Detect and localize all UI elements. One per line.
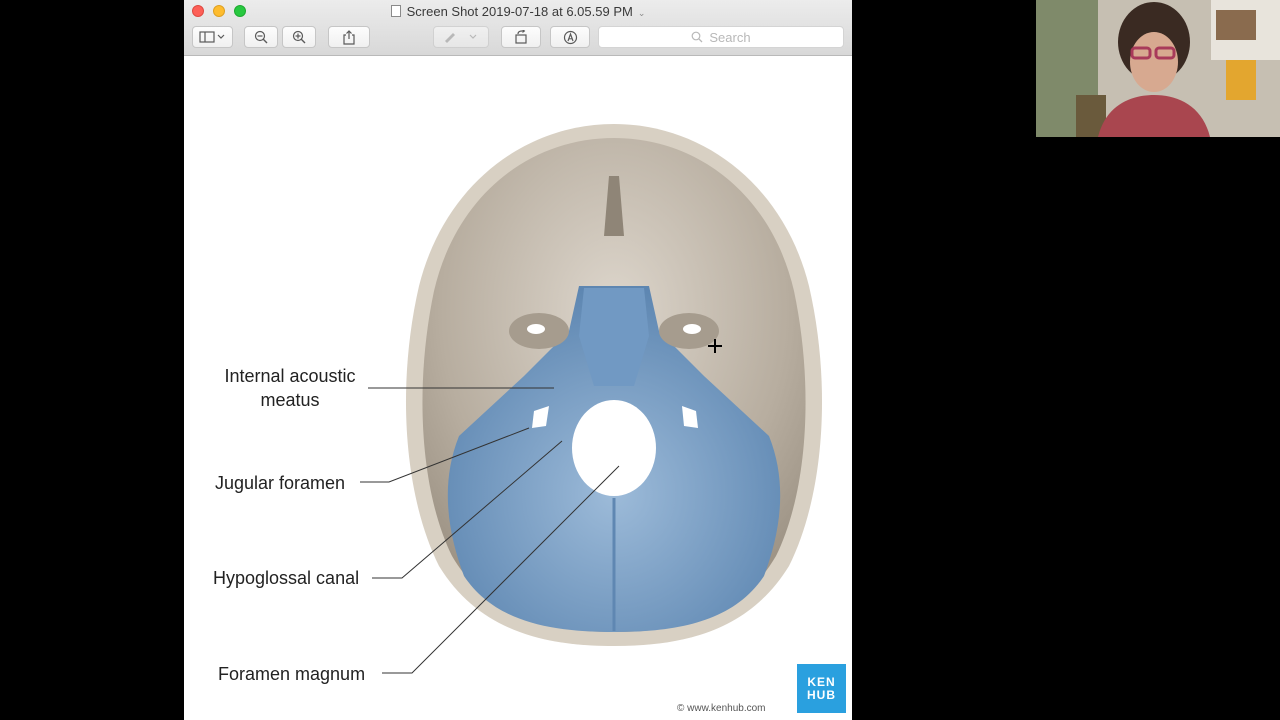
document-icon: [390, 5, 401, 17]
window-title: Screen Shot 2019-07-18 at 6.05.59 PM: [406, 4, 633, 19]
title-bar: Screen Shot 2019-07-18 at 6.05.59 PM ⌄ Se…: [184, 0, 852, 56]
markup-pen-button[interactable]: [433, 26, 489, 48]
label-jugular-foramen: Jugular foramen: [215, 473, 346, 493]
share-button[interactable]: [328, 26, 370, 48]
chevron-down-icon: ⌄: [637, 8, 646, 18]
right-internal-acoustic-opening: [683, 324, 701, 334]
presenter-video: [1036, 0, 1280, 137]
crosshair-cursor-icon: [708, 339, 722, 353]
rotate-icon: [515, 30, 527, 44]
kenhub-logo: KEN HUB: [797, 664, 846, 713]
markup-pen-icon: [445, 33, 477, 43]
sidebar-toggle-button[interactable]: [192, 26, 233, 48]
search-placeholder: Search: [709, 29, 751, 45]
search-icon: [691, 31, 703, 43]
annotate-icon: [563, 30, 577, 44]
preview-window: Screen Shot 2019-07-18 at 6.05.59 PM ⌄ Se…: [184, 0, 852, 720]
sidebar-icon: [198, 31, 224, 43]
window-title-area[interactable]: Screen Shot 2019-07-18 at 6.05.59 PM ⌄: [184, 3, 852, 22]
left-internal-acoustic-opening: [527, 324, 545, 334]
logo-line2: HUB: [807, 687, 836, 702]
zoom-out-button[interactable]: [244, 26, 278, 48]
image-credit: © www.kenhub.com: [677, 703, 766, 714]
annotate-button[interactable]: [550, 26, 590, 48]
foramen-magnum-opening: [572, 400, 656, 496]
logo-line1: KEN: [807, 674, 836, 689]
label-hypoglossal-canal: Hypoglossal canal: [213, 568, 360, 588]
share-icon: [343, 29, 355, 45]
document-content[interactable]: Internal acoustic meatus Jugular foramen…: [184, 56, 852, 720]
rotate-button[interactable]: [501, 26, 541, 48]
zoom-out-icon: [254, 30, 268, 44]
label-foramen-magnum: Foramen magnum: [218, 664, 366, 684]
webcam-overlay: [1036, 0, 1280, 137]
zoom-in-button[interactable]: [282, 26, 316, 48]
label-internal-acoustic-meatus: Internal acoustic meatus: [224, 366, 356, 410]
zoom-in-icon: [292, 30, 306, 44]
search-input[interactable]: Search: [598, 26, 844, 48]
